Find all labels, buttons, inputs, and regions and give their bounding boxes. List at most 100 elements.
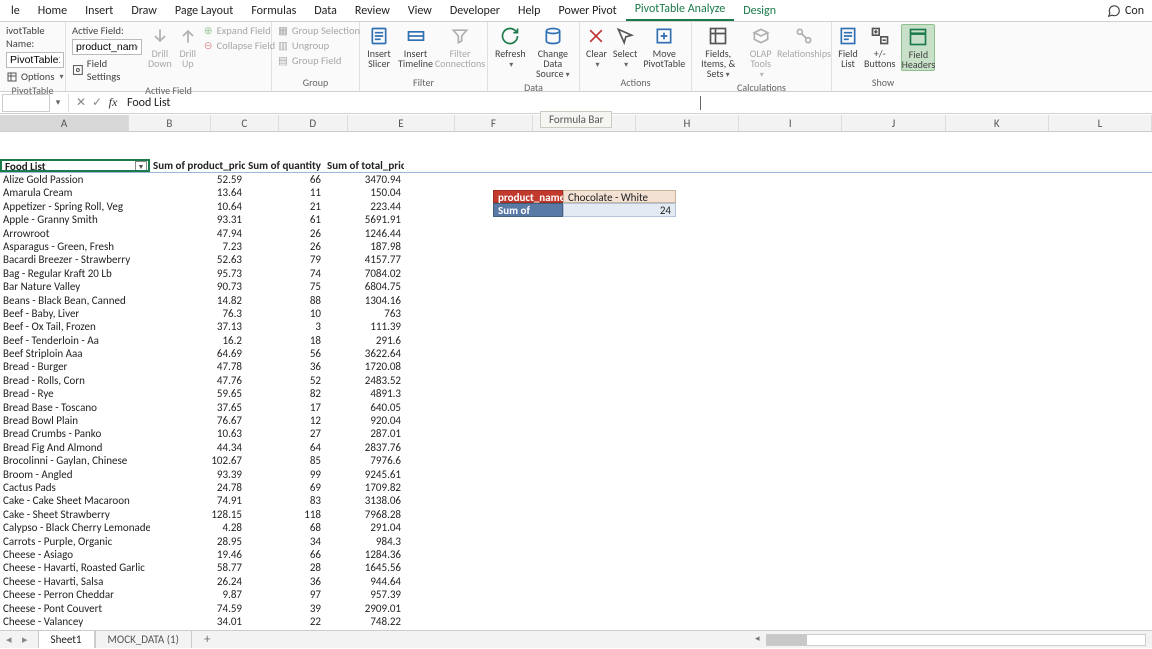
food-name: Beef Striploin Aaa (0, 347, 150, 360)
table-row[interactable]: Cake - Cake Sheet Macaroon74.91833138.06 (0, 494, 1152, 507)
sheet-tab-sheet1[interactable]: Sheet1 (38, 630, 95, 648)
total-price: 3470.94 (324, 173, 404, 186)
table-row[interactable]: Bread - Rolls, Corn47.76522483.52 (0, 374, 1152, 387)
table-row[interactable]: Beef - Ox Tail, Frozen37.133111.39 (0, 320, 1152, 333)
table-row[interactable]: Alize Gold Passion52.59663470.94 (0, 173, 1152, 186)
field-settings-button[interactable]: Field Settings (72, 57, 142, 83)
pivot-header-qty[interactable]: Sum of quantity (245, 159, 324, 172)
table-row[interactable]: Cheese - Pont Couvert74.59392909.01 (0, 602, 1152, 615)
product-price: 95.73 (150, 267, 245, 280)
name-box[interactable] (2, 94, 50, 112)
field-list-button[interactable]: Field List (838, 24, 858, 69)
col-header-I[interactable]: I (739, 115, 842, 131)
table-row[interactable]: Beans - Black Bean, Canned14.82881304.16 (0, 294, 1152, 307)
food-name: Beef - Baby, Liver (0, 307, 150, 320)
table-row[interactable]: Calypso - Black Cherry Lemonade4.2868291… (0, 521, 1152, 534)
pivot-header-foodlist[interactable]: Food List ▼ (0, 159, 150, 172)
tab-insert[interactable]: Insert (76, 1, 122, 21)
table-row[interactable]: Bread Crumbs - Panko10.6327287.01 (0, 427, 1152, 440)
tab-file[interactable]: le (2, 1, 29, 21)
refresh-button[interactable]: Refresh▾ (494, 24, 527, 70)
table-row[interactable]: Beef Striploin Aaa64.69563622.64 (0, 347, 1152, 360)
pivottable-options-button[interactable]: Options▾ (6, 70, 64, 83)
select-button[interactable]: Select▾ (613, 24, 637, 70)
sheet-tab-mockdata[interactable]: MOCK_DATA (1) (95, 630, 192, 648)
tab-powerpivot[interactable]: Power Pivot (550, 1, 626, 21)
table-row[interactable]: Cheese - Havarti, Roasted Garlic58.77281… (0, 561, 1152, 574)
tab-pivottable-analyze[interactable]: PivotTable Analyze (626, 0, 735, 21)
col-header-J[interactable]: J (842, 115, 945, 131)
sheet-nav[interactable]: ◂ ▸ (0, 633, 38, 646)
pivot-filter-dropdown[interactable]: ▼ (135, 161, 147, 172)
tab-developer[interactable]: Developer (441, 1, 509, 21)
table-row[interactable]: Cake - Sheet Strawberry128.151187968.28 (0, 508, 1152, 521)
tab-data[interactable]: Data (305, 1, 346, 21)
table-row[interactable]: Cheese - Perron Cheddar9.8797957.39 (0, 588, 1152, 601)
col-header-L[interactable]: L (1049, 115, 1152, 131)
horizontal-scrollbar[interactable] (766, 634, 1146, 646)
tab-formulas[interactable]: Formulas (242, 1, 305, 21)
col-header-F[interactable]: F (455, 115, 532, 131)
food-name: Bread - Rye (0, 387, 150, 400)
table-row[interactable]: Carrots - Purple, Organic28.9534984.3 (0, 535, 1152, 548)
food-name: Amarula Cream (0, 186, 150, 199)
table-row[interactable]: Beef - Baby, Liver76.310763 (0, 307, 1152, 320)
fields-items-sets-button[interactable]: Fields, Items, & Sets▾ (698, 24, 738, 80)
product-price: 34.01 (150, 615, 245, 628)
name-box-dropdown[interactable]: ▾ (52, 97, 64, 108)
tab-home[interactable]: Home (29, 1, 76, 21)
tab-help[interactable]: Help (509, 1, 550, 21)
table-row[interactable]: Beef - Tenderloin - Aa16.218291.6 (0, 334, 1152, 347)
pivot-header-total[interactable]: Sum of total_price (324, 159, 404, 172)
options-icon (6, 71, 18, 83)
table-row[interactable]: Bar Nature Valley90.73756804.75 (0, 280, 1152, 293)
food-name: Asparagus - Green, Fresh (0, 240, 150, 253)
comments-button[interactable]: Con (1099, 1, 1152, 21)
pivot-header-price[interactable]: Sum of product_price (150, 159, 245, 172)
tab-draw[interactable]: Draw (122, 1, 166, 21)
table-row[interactable]: Brocolinni - Gaylan, Chinese102.67857976… (0, 454, 1152, 467)
col-header-E[interactable]: E (348, 115, 456, 131)
col-header-C[interactable]: C (211, 115, 279, 131)
pivot2-field-value[interactable]: Chocolate - White (563, 190, 676, 203)
table-row[interactable]: Bread Base - Toscano37.6517640.05 (0, 401, 1152, 414)
grid[interactable]: Food List ▼ Sum of product_price Sum of … (0, 132, 1152, 630)
table-row[interactable]: Asparagus - Green, Fresh7.2326187.98 (0, 240, 1152, 253)
tab-pagelayout[interactable]: Page Layout (166, 1, 242, 21)
pivottable-name-input[interactable] (6, 52, 64, 68)
insert-slicer-button[interactable]: Insert Slicer (366, 24, 392, 69)
table-row[interactable]: Bread - Burger47.78361720.08 (0, 360, 1152, 373)
table-row[interactable]: Bread Fig And Almond44.34642837.76 (0, 441, 1152, 454)
table-row[interactable]: Broom - Angled93.39999245.61 (0, 468, 1152, 481)
tab-design[interactable]: Design (734, 1, 785, 21)
col-header-K[interactable]: K (946, 115, 1049, 131)
insert-timeline-button[interactable]: Insert Timeline (398, 24, 433, 69)
tab-view[interactable]: View (399, 1, 441, 21)
active-field-input[interactable] (72, 39, 142, 55)
col-header-H[interactable]: H (636, 115, 739, 131)
change-data-source-button[interactable]: Change Data Source▾ (533, 24, 573, 80)
table-row[interactable]: Bread - Rye59.65824891.3 (0, 387, 1152, 400)
col-header-A[interactable]: A (0, 115, 129, 131)
table-row[interactable]: Cheese - Asiago19.46661284.36 (0, 548, 1152, 561)
table-row[interactable]: Arrowroot47.94261246.44 (0, 227, 1152, 240)
clear-button[interactable]: Clear▾ (586, 24, 607, 70)
table-row[interactable]: Cheese - Valancey34.0122748.22 (0, 615, 1152, 628)
table-row[interactable]: Bread Bowl Plain76.6712920.04 (0, 414, 1152, 427)
col-header-D[interactable]: D (279, 115, 348, 131)
product-price: 64.69 (150, 347, 245, 360)
table-row[interactable]: Bacardi Breezer - Strawberry52.63794157.… (0, 253, 1152, 266)
formula-input[interactable]: Food List (121, 94, 1152, 112)
sheet-tab-add[interactable]: + (192, 630, 222, 649)
plus-minus-buttons-button[interactable]: +/- Buttons (864, 24, 895, 69)
tab-review[interactable]: Review (346, 1, 399, 21)
cancel-formula-button[interactable]: ✕ (73, 95, 89, 110)
move-pivottable-button[interactable]: Move PivotTable (643, 24, 685, 69)
table-row[interactable]: Bag - Regular Kraft 20 Lb95.73747084.02 (0, 267, 1152, 280)
table-row[interactable]: Cheese - Havarti, Salsa26.2436944.64 (0, 575, 1152, 588)
table-row[interactable]: Cactus Pads24.78691709.82 (0, 481, 1152, 494)
fx-button[interactable]: fx (105, 95, 121, 110)
field-headers-button[interactable]: Field Headers (901, 24, 935, 71)
enter-formula-button[interactable]: ✓ (89, 95, 105, 110)
col-header-B[interactable]: B (129, 115, 211, 131)
